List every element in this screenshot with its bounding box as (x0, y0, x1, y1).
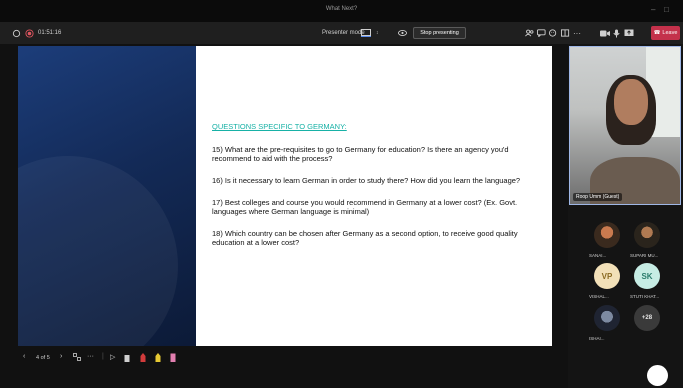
layout-toggle-icon[interactable]: ↕ (376, 22, 379, 44)
window-title-bar: What Next? – □ (0, 0, 683, 22)
more-options-icon[interactable]: ··· (573, 22, 581, 44)
recording-icon (25, 22, 34, 44)
participant-avatar[interactable] (594, 222, 620, 248)
eye-icon[interactable] (398, 22, 407, 44)
separator: | (102, 353, 104, 360)
slide-decorative-panel (18, 46, 196, 346)
decorative-circle (18, 156, 178, 346)
people-icon[interactable] (525, 22, 534, 44)
participant-avatar[interactable] (594, 305, 620, 331)
laser-pointer-icon[interactable]: ▷ (110, 353, 115, 361)
participant-avatar[interactable]: SK (634, 263, 660, 289)
yellow-highlighter-icon[interactable] (155, 353, 161, 364)
slide-heading: QUESTIONS SPECIFIC TO GERMANY: (212, 122, 347, 131)
red-pen-icon[interactable] (140, 353, 146, 364)
video-participant-name: Roop Umm (Guest) (573, 193, 623, 201)
question-16: 16) Is it necessary to learn German in o… (212, 176, 521, 185)
question-17: 17) Best colleges and course you would r… (212, 198, 518, 216)
slide-page-indicator: 4 of 5 (36, 355, 50, 361)
pen-icon[interactable] (124, 353, 130, 364)
presenter-video[interactable]: Roop Umm (Guest) (569, 46, 681, 205)
participant-name: STUTI KHAT... (630, 294, 660, 299)
next-slide-icon[interactable]: › (60, 353, 62, 360)
slide-more-icon[interactable]: ··· (87, 353, 94, 360)
meeting-timer: 01:51:16 (38, 30, 62, 36)
maximize-icon[interactable]: □ (664, 5, 669, 14)
microphone-icon[interactable] (613, 22, 620, 44)
share-screen-icon[interactable] (624, 22, 634, 44)
user-avatar[interactable] (647, 365, 668, 386)
chat-icon[interactable] (537, 22, 546, 44)
camera-icon[interactable] (600, 22, 610, 44)
slide-content: QUESTIONS SPECIFIC TO GERMANY: 15) What … (196, 46, 552, 346)
phone-icon: ☎ (653, 30, 661, 36)
slide-grid-icon[interactable] (73, 353, 81, 363)
leave-label: Leave (662, 30, 678, 36)
rooms-icon[interactable] (561, 22, 570, 44)
window-title: What Next? (325, 6, 358, 12)
shield-icon (12, 22, 21, 44)
participant-name: SUPARI MU... (630, 253, 659, 258)
minimize-icon[interactable]: – (651, 5, 655, 14)
participant-name: VISHAL... (589, 294, 609, 299)
presenter-mode-label[interactable]: Presenter mode (322, 22, 365, 44)
reactions-icon[interactable] (549, 22, 558, 44)
question-15: 15) What are the pre-requisites to go to… (212, 145, 509, 163)
participant-avatar[interactable] (634, 222, 660, 248)
participant-name: SANAI... (589, 253, 607, 258)
leave-button[interactable]: ☎ Leave (651, 26, 680, 40)
meeting-toolbar: 01:51:16 Presenter mode ↕ Stop presentin… (0, 22, 683, 44)
stop-presenting-button[interactable]: Stop presenting (413, 27, 466, 39)
video-person (614, 79, 648, 125)
presenter-layout-icon[interactable] (361, 22, 371, 44)
question-18: 18) Which country can be chosen after Ge… (212, 229, 518, 247)
participant-avatar[interactable]: VP (594, 263, 620, 289)
participant-name: ISHAI... (589, 336, 605, 341)
more-participants-button[interactable]: +28 (634, 305, 660, 331)
eraser-icon[interactable] (170, 353, 176, 364)
previous-slide-icon[interactable]: ‹ (23, 353, 25, 360)
